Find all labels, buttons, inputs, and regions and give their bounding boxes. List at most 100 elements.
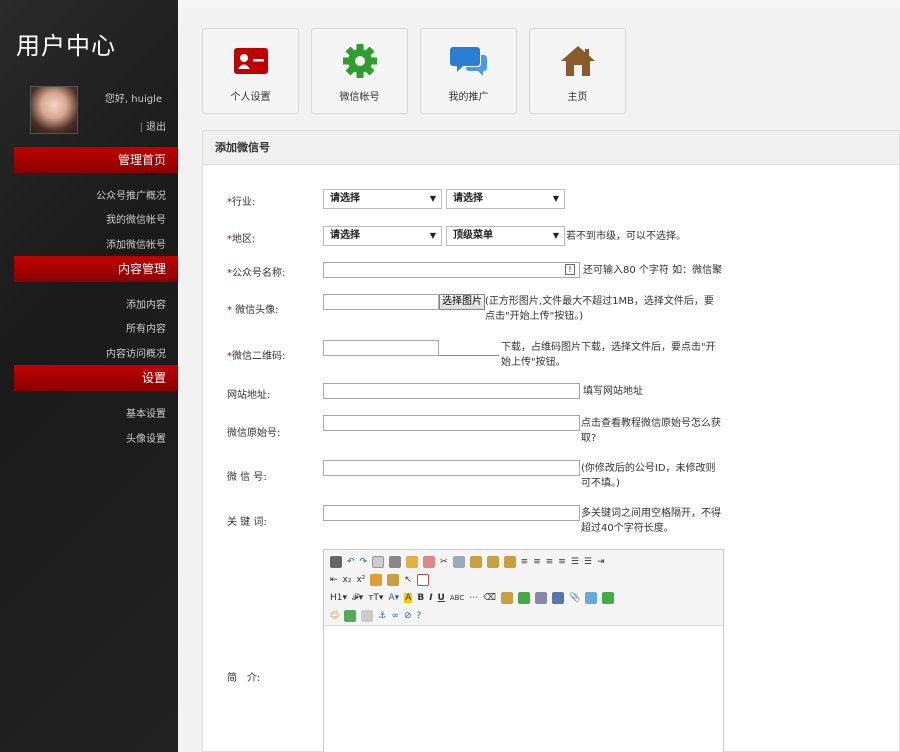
strikethrough-icon[interactable]: ABC [450,594,464,602]
italic-icon[interactable]: I [429,593,432,603]
editor-content-area[interactable] [324,626,723,752]
flash-icon[interactable] [517,592,530,604]
wechat-id-label: 微 信 号: [227,472,267,483]
original-id-input[interactable] [323,415,580,431]
rich-text-editor[interactable]: ↶ ↷ ✂ ≡ ≡ ≡ ≡ ☰ ☰ ⇥ ⇤ x₂ x² ↖ H1▾ 𝓕▾ тT▾… [323,549,724,752]
nav-item-content-stats[interactable]: 内容访问概况 [106,345,166,360]
unlink-icon[interactable]: ⊘ [404,611,412,621]
chat-bubbles-icon [449,47,487,76]
page-break-icon[interactable] [602,592,615,604]
font-size-icon[interactable]: тT▾ [368,593,383,603]
highlight-icon[interactable]: A [404,593,413,603]
hr-icon[interactable]: ⋯ [469,593,478,603]
insert-file-icon[interactable] [551,592,564,604]
choose-image-button[interactable]: 选择图片 [439,294,485,310]
undo-icon[interactable]: ↶ [347,557,355,567]
image-icon[interactable] [344,610,357,622]
logout-label[interactable]: 退出 [146,122,166,133]
font-color-icon[interactable]: A▾ [388,593,399,603]
avatar-file-path[interactable] [323,294,439,310]
region-select-2[interactable]: 顶级菜单 ▼ [446,226,565,246]
anchor-icon[interactable]: ⚓ [378,611,386,621]
code-icon[interactable] [423,556,436,568]
nav-item-all-content[interactable]: 所有内容 [126,320,166,335]
avatar-label: * 微信头像: [227,305,279,316]
align-left-icon[interactable]: ≡ [521,557,529,567]
template-icon[interactable] [406,556,419,568]
nav-item-basic-settings[interactable]: 基本设置 [126,405,166,420]
nav-section-content[interactable]: 内容管理 [14,256,178,282]
website-hint: 填写网站地址 [583,386,643,397]
print-icon[interactable] [389,556,402,568]
tile-personal-settings[interactable]: 个人设置 [202,28,299,114]
copy-icon[interactable] [452,556,465,568]
bold-icon[interactable]: B [417,593,424,603]
region-select-1[interactable]: 请选择 ▼ [323,226,442,246]
map-icon[interactable] [585,592,598,604]
top-strip [178,0,900,8]
nav-item-add-account[interactable]: 添加微信帐号 [106,236,166,251]
font-family-icon[interactable]: 𝓕▾ [352,593,363,603]
align-right-icon[interactable]: ≡ [546,557,554,567]
tile-label: 我的推广 [448,92,489,103]
subscript-icon[interactable]: x₂ [343,575,352,585]
keywords-hint: 多关键词之间用空格隔开，不得超过40个字符长度。 [581,508,721,534]
heading-icon[interactable]: H1▾ [330,593,347,603]
home-icon [560,46,595,76]
link-icon[interactable]: ∞ [391,611,399,621]
ordered-list-icon[interactable]: ☰ [571,557,579,567]
align-center-icon[interactable]: ≡ [533,557,541,567]
region-label: *地区: [227,234,256,245]
media-icon[interactable] [534,592,547,604]
gear-icon [342,44,377,78]
eraser-icon[interactable]: ⌫ [483,593,496,603]
qrcode-upload-slot[interactable] [439,341,499,356]
nav-item-my-accounts[interactable]: 我的微信帐号 [106,211,166,226]
format-painter-icon[interactable] [387,574,400,586]
align-justify-icon[interactable]: ≡ [558,557,566,567]
industry-select-2[interactable]: 请选择 ▼ [446,189,565,209]
multi-image-icon[interactable] [361,610,374,622]
emoticon-icon[interactable]: ☺ [330,611,339,621]
select-all-icon[interactable]: ↖ [404,575,412,585]
tile-label: 个人设置 [230,92,271,103]
paste-text-icon[interactable] [486,556,499,568]
qrcode-hint: 下载，占维码图片下载，选择文件后，要点击"开始上传"按钮。 [501,342,716,368]
outdent-icon[interactable]: ⇤ [330,575,338,585]
add-wechat-panel: 添加微信号 *行业: 请选择 ▼ 请选择 ▼ *地区: 请选择 ▼ 顶级菜单 ▼ 若不到… [202,130,900,752]
account-name-hint: 还可输入80 个字符 如：微信聚 [583,265,723,276]
tile-my-promotion[interactable]: 我的推广 [420,28,517,114]
tile-wechat-account[interactable]: 微信帐号 [311,28,408,114]
nav-item-avatar-settings[interactable]: 头像设置 [126,430,166,445]
redo-icon[interactable]: ↷ [360,557,368,567]
clear-format-icon[interactable] [370,574,383,586]
industry-select-1[interactable]: 请选择 ▼ [323,189,442,209]
superscript-icon[interactable]: x² [356,575,365,585]
tile-home[interactable]: 主页 [529,28,626,114]
website-input[interactable] [323,383,580,399]
nav-item-add-content[interactable]: 添加内容 [126,296,166,311]
table-icon[interactable] [500,592,513,604]
wechat-id-input[interactable] [323,460,580,476]
original-id-hint[interactable]: 点击查看教程微信原始号怎么获取? [581,416,721,446]
unordered-list-icon[interactable]: ☰ [584,557,592,567]
indent-icon[interactable]: ⇥ [597,557,605,567]
avatar[interactable] [30,86,78,134]
attachment-icon[interactable]: 📎 [569,593,580,603]
qrcode-file-path[interactable] [323,340,439,356]
account-name-input[interactable]: ! [323,262,580,278]
fullscreen-icon[interactable] [416,574,429,586]
sidebar-title: 用户中心 [16,32,116,60]
keywords-input[interactable] [323,505,580,521]
nav-section-settings[interactable]: 设置 [14,365,178,391]
nav-section-admin-home[interactable]: 管理首页 [14,147,178,173]
paste-word-icon[interactable] [503,556,516,568]
preview-icon[interactable] [372,556,385,568]
logout-link[interactable]: | 退出 [140,118,166,133]
help-icon[interactable]: ? [417,611,422,621]
nav-item-promo-overview[interactable]: 公众号推广概况 [96,187,166,202]
cut-icon[interactable]: ✂ [440,557,448,567]
underline-icon[interactable]: U [438,593,445,603]
source-icon[interactable] [330,556,342,568]
paste-icon[interactable] [469,556,482,568]
